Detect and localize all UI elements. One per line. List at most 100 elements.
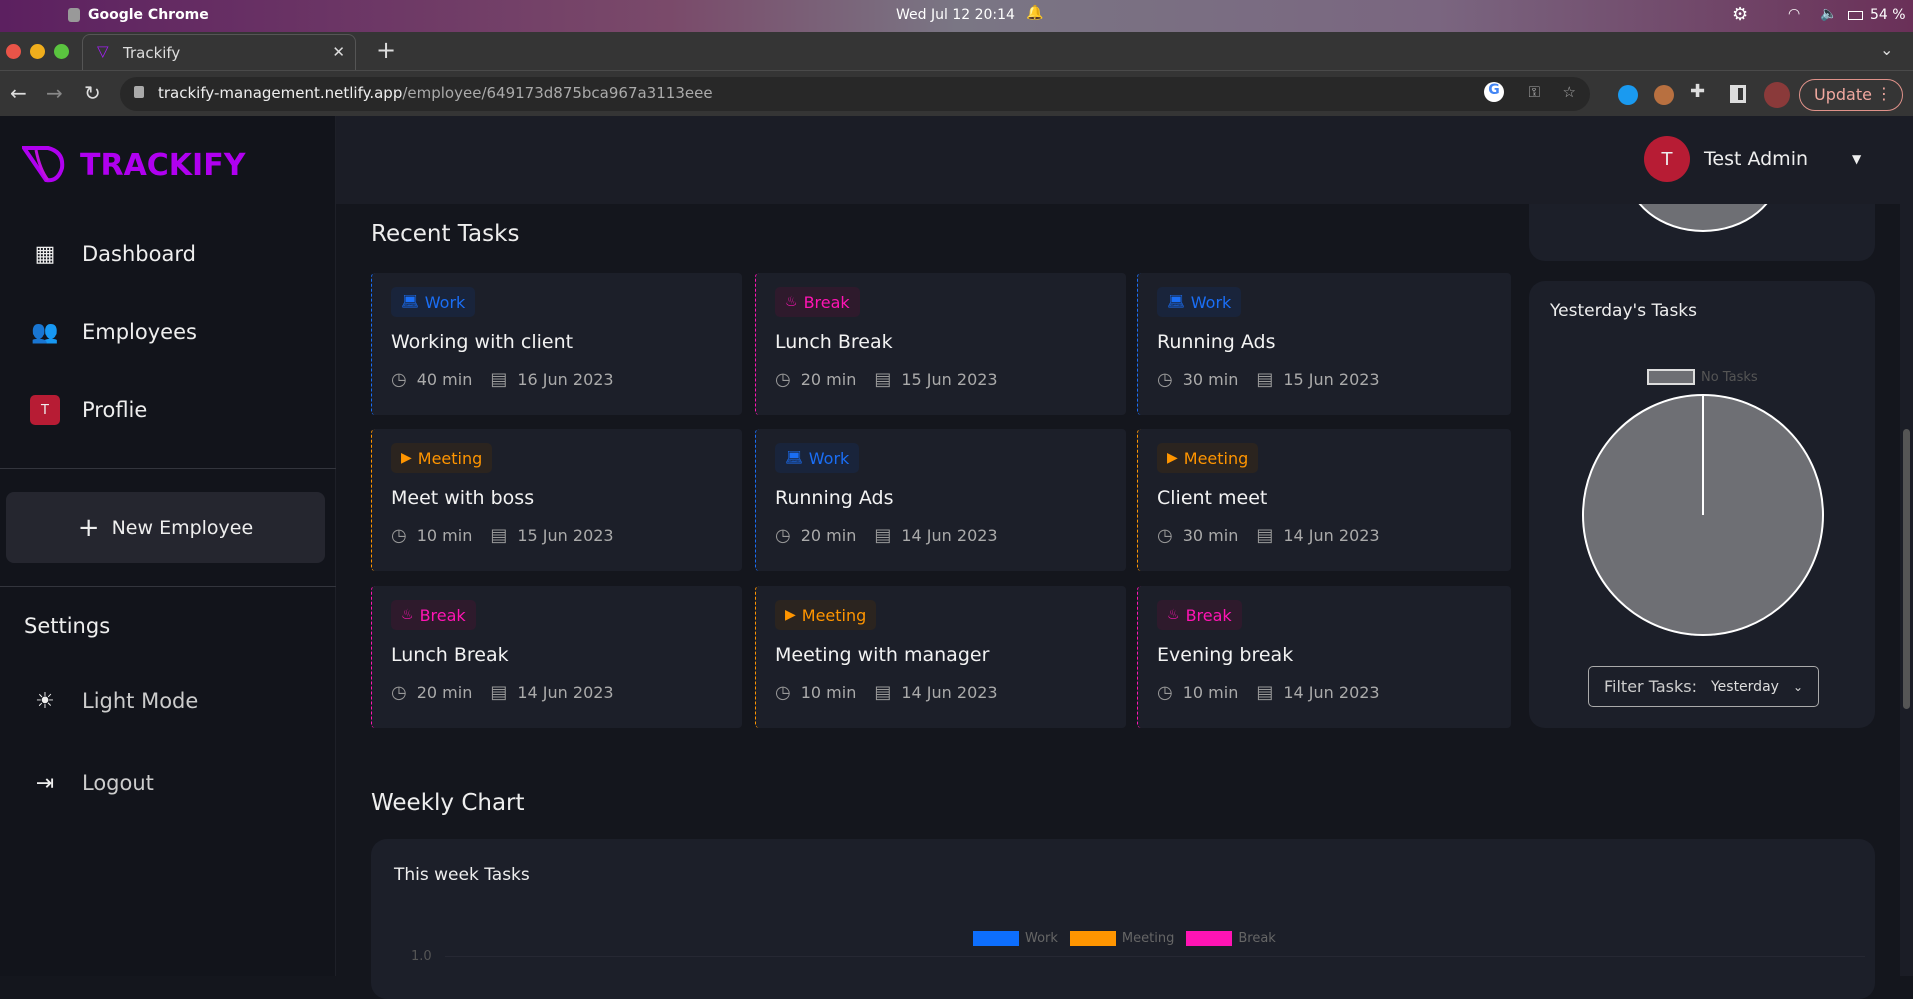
logout-button[interactable]: ⇥ Logout [30, 763, 320, 803]
task-type-label: Work [1190, 292, 1232, 312]
url-host: trackify-management.netlify.app [158, 84, 403, 102]
task-type-badge: ♨ Break [391, 600, 476, 630]
wifi-icon[interactable]: ◠ [1788, 6, 1800, 22]
laptop-icon: 💻︎ [785, 450, 803, 466]
dashboard-icon: ▦ [34, 241, 56, 267]
user-menu[interactable]: T Test Admin ▼ [1644, 136, 1861, 182]
url-path: /employee/649173d875bca967a3113eee [402, 84, 713, 102]
tab-list-chevron-icon[interactable]: ⌄ [1880, 40, 1893, 59]
task-card[interactable]: 💻︎ Work Running Ads ◷ 20 min ▤ 14 Jun 2023 [755, 429, 1126, 571]
filter-tasks-select[interactable]: Filter Tasks: Yesterday ⌄ [1588, 666, 1819, 707]
task-card[interactable]: ♨ Break Evening break ◷ 10 min ▤ 14 Jun 2023 [1137, 586, 1511, 728]
extension-icon[interactable] [1618, 85, 1638, 105]
task-type-label: Work [808, 448, 850, 468]
chart-title: This week Tasks [394, 865, 530, 885]
sidebar-item-dashboard[interactable]: ▦ Dashboard [30, 234, 320, 274]
new-tab-button[interactable]: + [376, 36, 396, 64]
task-title: Meeting with manager [775, 644, 990, 666]
light-mode-label: Light Mode [82, 689, 199, 713]
task-meta: ◷ 10 min ▤ 15 Jun 2023 [391, 525, 614, 546]
legend-label-work[interactable]: Work [1025, 931, 1058, 946]
address-bar[interactable]: trackify-management.netlify.app/employee… [120, 77, 1590, 111]
logout-label: Logout [82, 771, 154, 795]
task-card[interactable]: ♨ Break Lunch Break ◷ 20 min ▤ 14 Jun 2023 [371, 586, 742, 728]
sidebar-item-employees[interactable]: 👥 Employees [30, 312, 320, 352]
pie-legend-item[interactable]: No Tasks [1647, 369, 1758, 385]
clock-icon: ◷ [775, 525, 791, 546]
sidebar: TRACKIFY ▦ Dashboard 👥 Employees T Proflie … [0, 116, 336, 976]
back-button[interactable]: ← [10, 81, 27, 105]
video-camera-icon: ▶ [785, 607, 796, 623]
noodle-bowl-icon: ♨ [401, 607, 414, 623]
chrome-app-icon [68, 8, 80, 22]
battery-icon[interactable] [1848, 11, 1863, 20]
task-duration: 40 min [416, 370, 473, 389]
divider [0, 468, 336, 469]
filter-value: Yesterday [1710, 678, 1779, 695]
task-meta: ◷ 20 min ▤ 14 Jun 2023 [775, 525, 998, 546]
task-type-label: Break [1185, 605, 1232, 625]
task-meta: ◷ 10 min ▤ 14 Jun 2023 [775, 682, 998, 703]
legend-swatch-break [1186, 931, 1233, 946]
people-icon: 👥 [31, 319, 59, 345]
close-window-button[interactable] [6, 44, 21, 59]
yesterday-title: Yesterday's Tasks [1550, 301, 1698, 321]
scrollbar-thumb[interactable] [1903, 429, 1910, 709]
task-card[interactable]: 💻︎ Work Running Ads ◷ 30 min ▤ 15 Jun 2023 [1137, 273, 1511, 415]
task-meta: ◷ 30 min ▤ 15 Jun 2023 [1157, 369, 1380, 390]
legend-label: No Tasks [1701, 369, 1758, 385]
settings-title: Settings [24, 614, 111, 638]
profile-avatar[interactable] [1764, 82, 1790, 108]
caret-down-icon[interactable]: ▼ [1852, 152, 1861, 166]
bookmark-star-icon[interactable]: ☆ [1563, 83, 1576, 101]
task-title: Lunch Break [391, 644, 509, 666]
task-type-badge: 💻︎ Work [391, 287, 476, 317]
task-type-badge: ▶ Meeting [391, 443, 493, 473]
clock[interactable]: Wed Jul 12 20:14 [896, 7, 1015, 23]
sidebar-item-profile[interactable]: T Proflie [30, 390, 320, 430]
clock-icon: ◷ [391, 525, 407, 546]
task-card[interactable]: ♨ Break Lunch Break ◷ 20 min ▤ 15 Jun 2023 [755, 273, 1126, 415]
bell-icon: 🔔 [1026, 5, 1044, 21]
lock-icon[interactable] [134, 86, 144, 98]
new-employee-button[interactable]: + New Employee [6, 492, 325, 563]
browser-tab-bar: ▽ Trackify ✕ + ⌄ [0, 32, 1913, 70]
y-tick-label: 1.0 [411, 949, 432, 964]
update-button[interactable]: Update ⋮ [1799, 79, 1903, 111]
forward-button[interactable]: → [46, 81, 63, 105]
task-meta: ◷ 20 min ▤ 14 Jun 2023 [391, 682, 614, 703]
noodle-bowl-icon: ♨ [1167, 607, 1180, 623]
task-title: Lunch Break [775, 331, 893, 353]
light-mode-toggle[interactable]: ☀ Light Mode [30, 681, 320, 721]
page-scrollbar[interactable] [1900, 116, 1913, 976]
weekly-chart-panel: This week Tasks Work Meeting Break 1.0 [371, 839, 1875, 999]
task-card[interactable]: ▶ Meeting Client meet ◷ 30 min ▤ 14 Jun 2023 [1137, 429, 1511, 571]
settings-icon[interactable]: ⚙ [1732, 4, 1748, 25]
menu-dots-icon[interactable]: ⋮ [1876, 84, 1892, 103]
task-card[interactable]: 💻︎ Work Working with client ◷ 40 min ▤ 16 Ju… [371, 273, 742, 415]
app-name[interactable]: Google Chrome [88, 7, 209, 23]
legend-label-break[interactable]: Break [1238, 931, 1275, 946]
browser-tab[interactable]: ▽ Trackify ✕ [82, 34, 356, 70]
clock-icon: ◷ [1157, 369, 1173, 390]
cookie-extension-icon[interactable] [1654, 85, 1674, 105]
today-tasks-panel [1529, 204, 1875, 261]
extensions-puzzle-icon[interactable]: ✚ [1690, 81, 1705, 102]
laptop-icon: 💻︎ [401, 294, 419, 310]
legend-label-meeting[interactable]: Meeting [1122, 931, 1174, 946]
task-card[interactable]: ▶ Meeting Meet with boss ◷ 10 min ▤ 15 Jun 2… [371, 429, 742, 571]
key-icon[interactable]: ⚿ [1529, 83, 1540, 101]
minimize-window-button[interactable] [30, 44, 45, 59]
close-tab-icon[interactable]: ✕ [332, 43, 345, 61]
task-type-label: Work [424, 292, 466, 312]
volume-icon[interactable]: 🔈 [1820, 6, 1837, 22]
clock-icon: ◷ [775, 369, 791, 390]
task-card[interactable]: ▶ Meeting Meeting with manager ◷ 10 min ▤ 14… [755, 586, 1126, 728]
google-icon[interactable]: G [1484, 82, 1504, 102]
side-panel-icon[interactable] [1730, 85, 1746, 103]
reload-button[interactable]: ↻ [84, 81, 101, 105]
task-type-badge: ▶ Meeting [775, 600, 877, 630]
brand-logo[interactable]: TRACKIFY [22, 146, 245, 184]
maximize-window-button[interactable] [54, 44, 69, 59]
divider [0, 586, 336, 587]
